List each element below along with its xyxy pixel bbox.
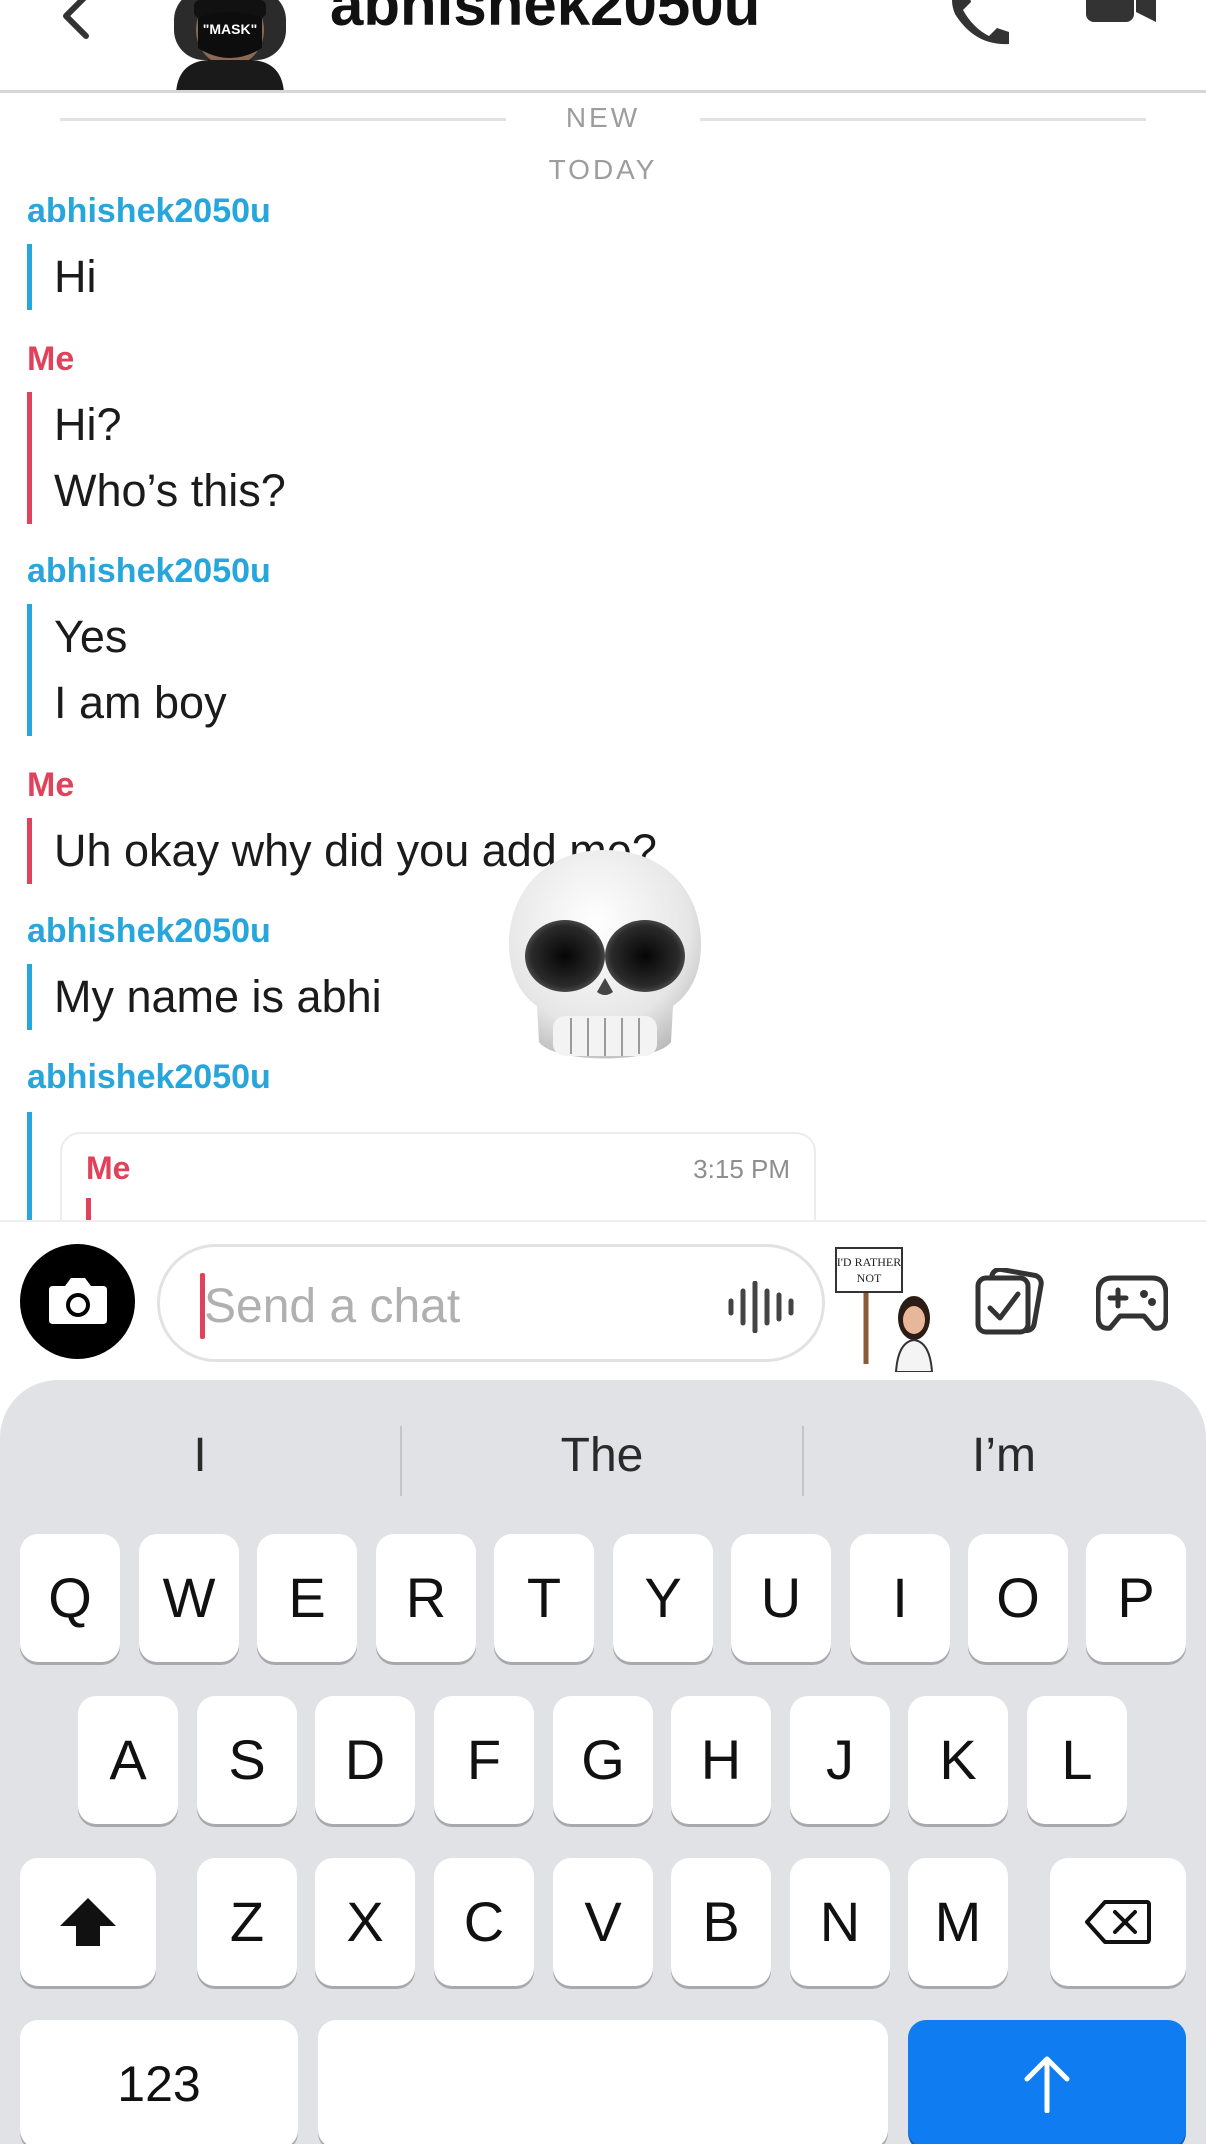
message-text: Hi bbox=[54, 251, 97, 302]
quoted-sender: Me bbox=[86, 1150, 131, 1186]
key-d[interactable]: D bbox=[315, 1696, 415, 1824]
chat-input-container[interactable] bbox=[157, 1244, 825, 1362]
key-r[interactable]: R bbox=[376, 1534, 476, 1662]
suggestion-1[interactable]: I bbox=[0, 1418, 400, 1494]
message-sender: abhishek2050u bbox=[27, 1058, 271, 1096]
message-bubble[interactable]: Yes I am boy bbox=[27, 604, 227, 736]
key-z[interactable]: Z bbox=[197, 1858, 297, 1986]
key-v[interactable]: V bbox=[553, 1858, 653, 1986]
message-thread-bar bbox=[27, 1112, 32, 1220]
message-text: Who’s this? bbox=[54, 465, 286, 516]
message-sender: abhishek2050u bbox=[27, 552, 271, 590]
new-separator-label: NEW bbox=[565, 102, 641, 133]
chat-header: "MASK" abhishek2050u bbox=[0, 0, 1206, 93]
bitmoji-sticker-icon[interactable]: I'D RATHER NOT bbox=[832, 1244, 942, 1372]
chat-composer: I'D RATHER NOT bbox=[0, 1220, 1206, 1382]
key-l[interactable]: L bbox=[1027, 1696, 1127, 1824]
camera-button[interactable] bbox=[20, 1244, 135, 1359]
memories-icon[interactable] bbox=[974, 1268, 1044, 1336]
key-n[interactable]: N bbox=[790, 1858, 890, 1986]
backspace-icon bbox=[1085, 1900, 1151, 1944]
key-b[interactable]: B bbox=[671, 1858, 771, 1986]
date-separator-label: TODAY bbox=[548, 154, 658, 185]
numbers-key[interactable]: 123 bbox=[20, 2020, 298, 2144]
message-bubble[interactable]: Hi bbox=[27, 244, 97, 310]
backspace-key[interactable] bbox=[1050, 1858, 1186, 1986]
game-controller-icon[interactable] bbox=[1096, 1272, 1168, 1332]
key-p[interactable]: P bbox=[1086, 1534, 1186, 1662]
key-c[interactable]: C bbox=[434, 1858, 534, 1986]
send-key[interactable] bbox=[908, 2020, 1186, 2144]
key-x[interactable]: X bbox=[315, 1858, 415, 1986]
key-g[interactable]: G bbox=[553, 1696, 653, 1824]
key-o[interactable]: O bbox=[968, 1534, 1068, 1662]
message-sender: Me bbox=[27, 766, 75, 804]
message-text: I am boy bbox=[54, 677, 227, 728]
space-key[interactable] bbox=[318, 2020, 888, 2144]
message-bubble[interactable]: My name is abhi bbox=[27, 964, 382, 1030]
message-text: Yes bbox=[54, 611, 128, 662]
back-chevron-icon[interactable] bbox=[48, 0, 108, 50]
quoted-timestamp: 3:15 PM bbox=[693, 1154, 790, 1184]
key-u[interactable]: U bbox=[731, 1534, 831, 1662]
svg-text:NOT: NOT bbox=[857, 1271, 882, 1285]
key-q[interactable]: Q bbox=[20, 1534, 120, 1662]
key-f[interactable]: F bbox=[434, 1696, 534, 1824]
key-w[interactable]: W bbox=[139, 1534, 239, 1662]
suggestion-3[interactable]: I’m bbox=[804, 1418, 1204, 1494]
avatar[interactable]: "MASK" bbox=[168, 0, 292, 93]
key-t[interactable]: T bbox=[494, 1534, 594, 1662]
chat-title[interactable]: abhishek2050u bbox=[330, 0, 760, 39]
message-bubble[interactable]: Hi? Who’s this? bbox=[27, 392, 286, 524]
key-m[interactable]: M bbox=[908, 1858, 1008, 1986]
key-e[interactable]: E bbox=[257, 1534, 357, 1662]
key-h[interactable]: H bbox=[671, 1696, 771, 1824]
skull-emoji-icon bbox=[509, 850, 701, 1059]
up-arrow-icon bbox=[1024, 2056, 1070, 2113]
camera-icon bbox=[49, 1278, 107, 1324]
predictive-suggestions: I The I’m bbox=[0, 1418, 1206, 1496]
key-y[interactable]: Y bbox=[613, 1534, 713, 1662]
message-text: Hi? bbox=[54, 399, 122, 450]
key-i[interactable]: I bbox=[850, 1534, 950, 1662]
suggestion-2[interactable]: The bbox=[402, 1418, 802, 1494]
key-k[interactable]: K bbox=[908, 1696, 1008, 1824]
quoted-bar bbox=[86, 1198, 91, 1220]
message-sender: Me bbox=[27, 340, 75, 378]
voice-note-icon[interactable] bbox=[725, 1281, 797, 1333]
phone-call-icon[interactable] bbox=[945, 0, 1011, 46]
avatar-mask-text: "MASK" bbox=[203, 21, 258, 37]
chat-messages: NEW TODAY abhishek2050u Hi Me Hi? Who’s … bbox=[0, 96, 1206, 1220]
video-call-icon[interactable] bbox=[1086, 0, 1156, 36]
chat-input[interactable] bbox=[204, 1271, 704, 1341]
on-screen-keyboard: I The I’m Q W E R T Y U I O P A S D F G … bbox=[0, 1380, 1206, 2144]
sticker-sign-text: I'D RATHER bbox=[837, 1255, 902, 1269]
message-sender: abhishek2050u bbox=[27, 912, 271, 950]
message-sender: abhishek2050u bbox=[27, 192, 271, 230]
key-a[interactable]: A bbox=[78, 1696, 178, 1824]
quoted-reply-card[interactable]: Me 3:15 PM bbox=[60, 1132, 816, 1220]
shift-key[interactable] bbox=[20, 1858, 156, 1986]
key-s[interactable]: S bbox=[197, 1696, 297, 1824]
message-text: My name is abhi bbox=[54, 971, 382, 1022]
shift-arrow-icon bbox=[60, 1898, 116, 1946]
key-j[interactable]: J bbox=[790, 1696, 890, 1824]
